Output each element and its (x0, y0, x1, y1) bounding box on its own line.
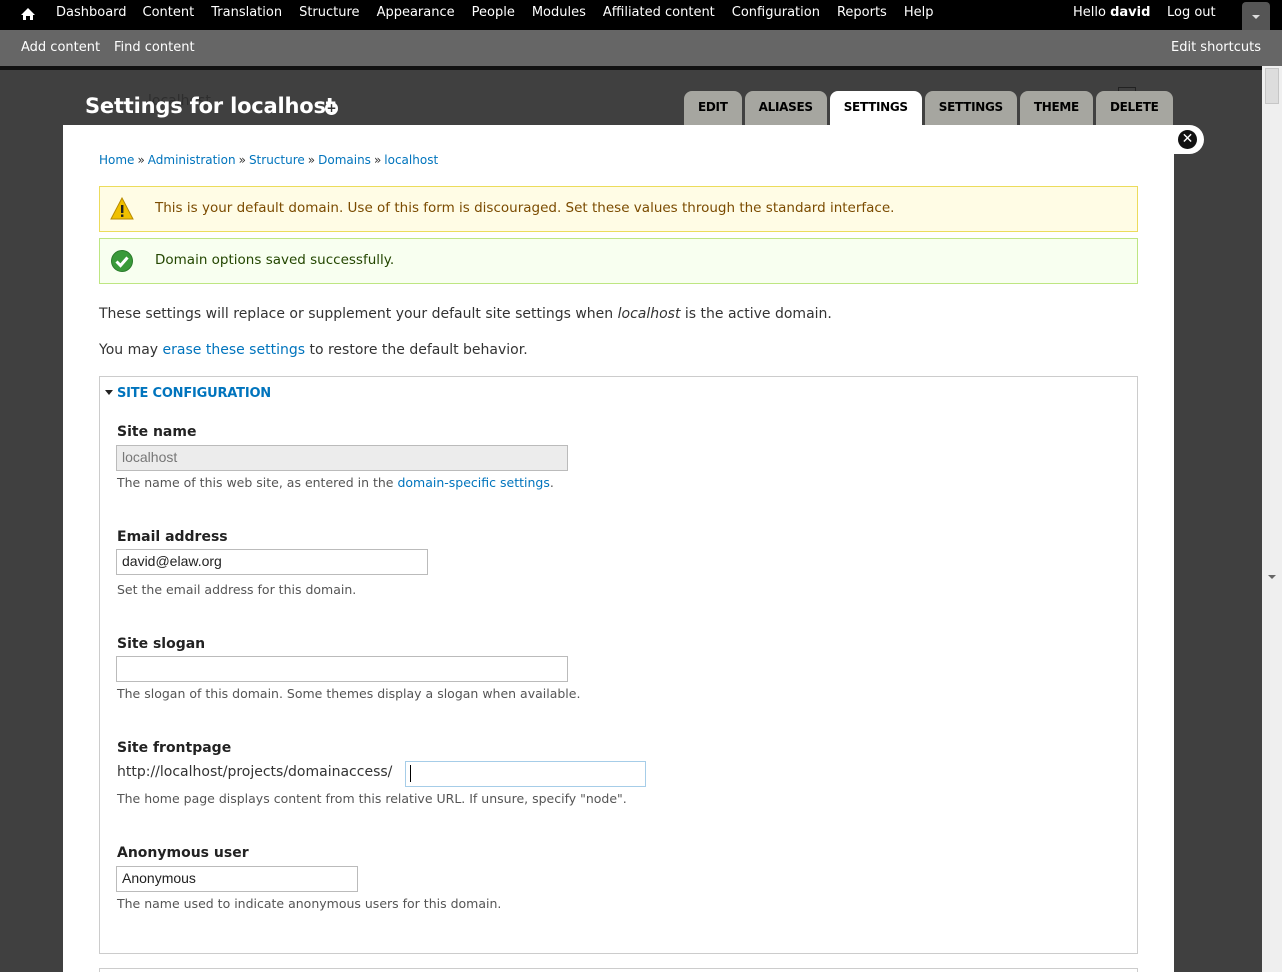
site-name-value: localhost (122, 449, 178, 465)
menu-item-appearance[interactable]: Appearance (377, 5, 455, 20)
erase-paragraph: You may erase these settings to restore … (99, 342, 528, 358)
warning-icon (110, 197, 134, 220)
fieldset-legend-text: SITE CONFIGURATION (117, 386, 271, 401)
erase-settings-link[interactable]: erase these settings (163, 342, 305, 358)
close-overlay-button[interactable]: ✕ (1174, 125, 1204, 154)
email-field[interactable]: david@elaw.org (116, 549, 428, 575)
erase-text: You may (99, 342, 163, 358)
tab-theme[interactable]: THEME (1019, 91, 1093, 125)
scrollbar-thumb[interactable] (1265, 68, 1279, 104)
menu-item-modules[interactable]: Modules (532, 5, 586, 20)
site-name-description: The name of this web site, as entered in… (117, 475, 554, 490)
breadcrumb-separator: » (307, 153, 316, 167)
breadcrumb-structure[interactable]: Structure (249, 153, 305, 167)
site-slogan-description: The slogan of this domain. Some themes d… (117, 686, 581, 701)
anonymous-user-description: The name used to indicate anonymous user… (117, 896, 502, 911)
admin-toolbar: Dashboard Content Translation Structure … (0, 0, 1282, 30)
site-name-desc-text: The name of this web site, as entered in… (117, 475, 398, 490)
site-name-label: Site name (117, 424, 197, 440)
text-cursor (410, 765, 411, 782)
triangle-down-icon (105, 390, 113, 395)
tab-settings[interactable]: SETTINGS (829, 91, 922, 125)
tab-edit[interactable]: EDIT (684, 91, 742, 125)
menu-item-configuration[interactable]: Configuration (732, 5, 820, 20)
menu-item-content[interactable]: Content (143, 5, 195, 20)
tab-aliases[interactable]: ALIASES (744, 91, 827, 125)
page-title: Settings for localhost (85, 94, 336, 118)
menu-item-dashboard[interactable]: Dashboard (56, 5, 127, 20)
frontpage-url-prefix: http://localhost/projects/domainaccess/ (117, 764, 393, 780)
breadcrumb-separator: » (373, 153, 382, 167)
warning-message: This is your default domain. Use of this… (99, 186, 1138, 232)
shortcut-find-content[interactable]: Find content (114, 40, 195, 55)
site-name-desc-end: . (549, 475, 554, 490)
logout-link[interactable]: Log out (1167, 5, 1216, 20)
menu-item-affiliated-content[interactable]: Affiliated content (603, 5, 715, 20)
site-configuration-toggle[interactable]: SITE CONFIGURATION (104, 386, 271, 401)
menu-item-structure[interactable]: Structure (299, 5, 359, 20)
menu-item-help[interactable]: Help (904, 5, 934, 20)
email-value: david@elaw.org (122, 553, 222, 569)
email-description: Set the email address for this domain. (117, 582, 357, 597)
scrollbar[interactable] (1262, 66, 1282, 972)
tab-delete[interactable]: DELETE (1095, 91, 1173, 125)
site-frontpage-input[interactable] (405, 761, 646, 787)
intro-text: These settings will replace or supplemen… (99, 306, 618, 322)
domain-specific-settings-link[interactable]: domain-specific settings (397, 475, 549, 490)
anonymous-user-value: Anonymous (122, 870, 196, 886)
anonymous-user-input[interactable]: Anonymous (116, 866, 358, 892)
breadcrumb-administration[interactable]: Administration (148, 153, 236, 167)
warning-text: This is your default domain. Use of this… (155, 200, 895, 216)
menu-item-translation[interactable]: Translation (211, 5, 282, 20)
breadcrumb-separator: » (137, 153, 145, 167)
edit-shortcuts-link[interactable]: Edit shortcuts (1171, 40, 1261, 55)
erase-text-end: to restore the default behavior. (305, 342, 528, 358)
close-icon: ✕ (1178, 130, 1197, 149)
shortcuts-toggle-button[interactable] (1242, 2, 1270, 30)
intro-text-end: is the active domain. (680, 306, 832, 322)
shortcuts-bar: Add content Find content Edit shortcuts (0, 30, 1282, 66)
tab-settings-2[interactable]: SETTINGS (924, 91, 1017, 125)
breadcrumb-localhost[interactable]: localhost (384, 153, 438, 167)
check-circle-icon (111, 250, 133, 272)
next-fieldset (99, 968, 1138, 972)
username-link[interactable]: david (1110, 5, 1150, 20)
status-message: Domain options saved successfully. (99, 238, 1138, 284)
site-slogan-label: Site slogan (117, 636, 206, 652)
user-greeting: Hello david (1073, 5, 1150, 20)
anonymous-user-label: Anonymous user (117, 845, 249, 861)
breadcrumb-domains[interactable]: Domains (318, 153, 371, 167)
email-label: Email address (117, 529, 228, 545)
site-slogan-input[interactable] (116, 656, 568, 682)
shortcut-add-content[interactable]: Add content (21, 40, 100, 55)
toolbar-menu: Dashboard Content Translation Structure … (56, 5, 933, 20)
intro-domain: localhost (617, 306, 681, 322)
menu-item-reports[interactable]: Reports (837, 5, 887, 20)
home-icon[interactable] (20, 6, 36, 22)
site-frontpage-description: The home page displays content from this… (117, 791, 627, 806)
site-frontpage-label: Site frontpage (117, 740, 232, 756)
status-text: Domain options saved successfully. (155, 252, 395, 268)
intro-paragraph: These settings will replace or supplemen… (99, 306, 832, 322)
site-name-input: localhost (116, 445, 568, 471)
greeting-text: Hello (1073, 5, 1106, 20)
breadcrumb-home[interactable]: Home (99, 153, 134, 167)
menu-item-people[interactable]: People (472, 5, 515, 20)
plus-circle-icon[interactable] (325, 102, 338, 115)
breadcrumb: Home» Administration» Structure» Domains» lo… (99, 153, 438, 167)
scroll-down-icon[interactable] (1268, 575, 1276, 579)
breadcrumb-separator: » (238, 153, 246, 167)
primary-tabs: EDIT ALIASES SETTINGS SETTINGS THEME DEL… (684, 91, 1176, 125)
